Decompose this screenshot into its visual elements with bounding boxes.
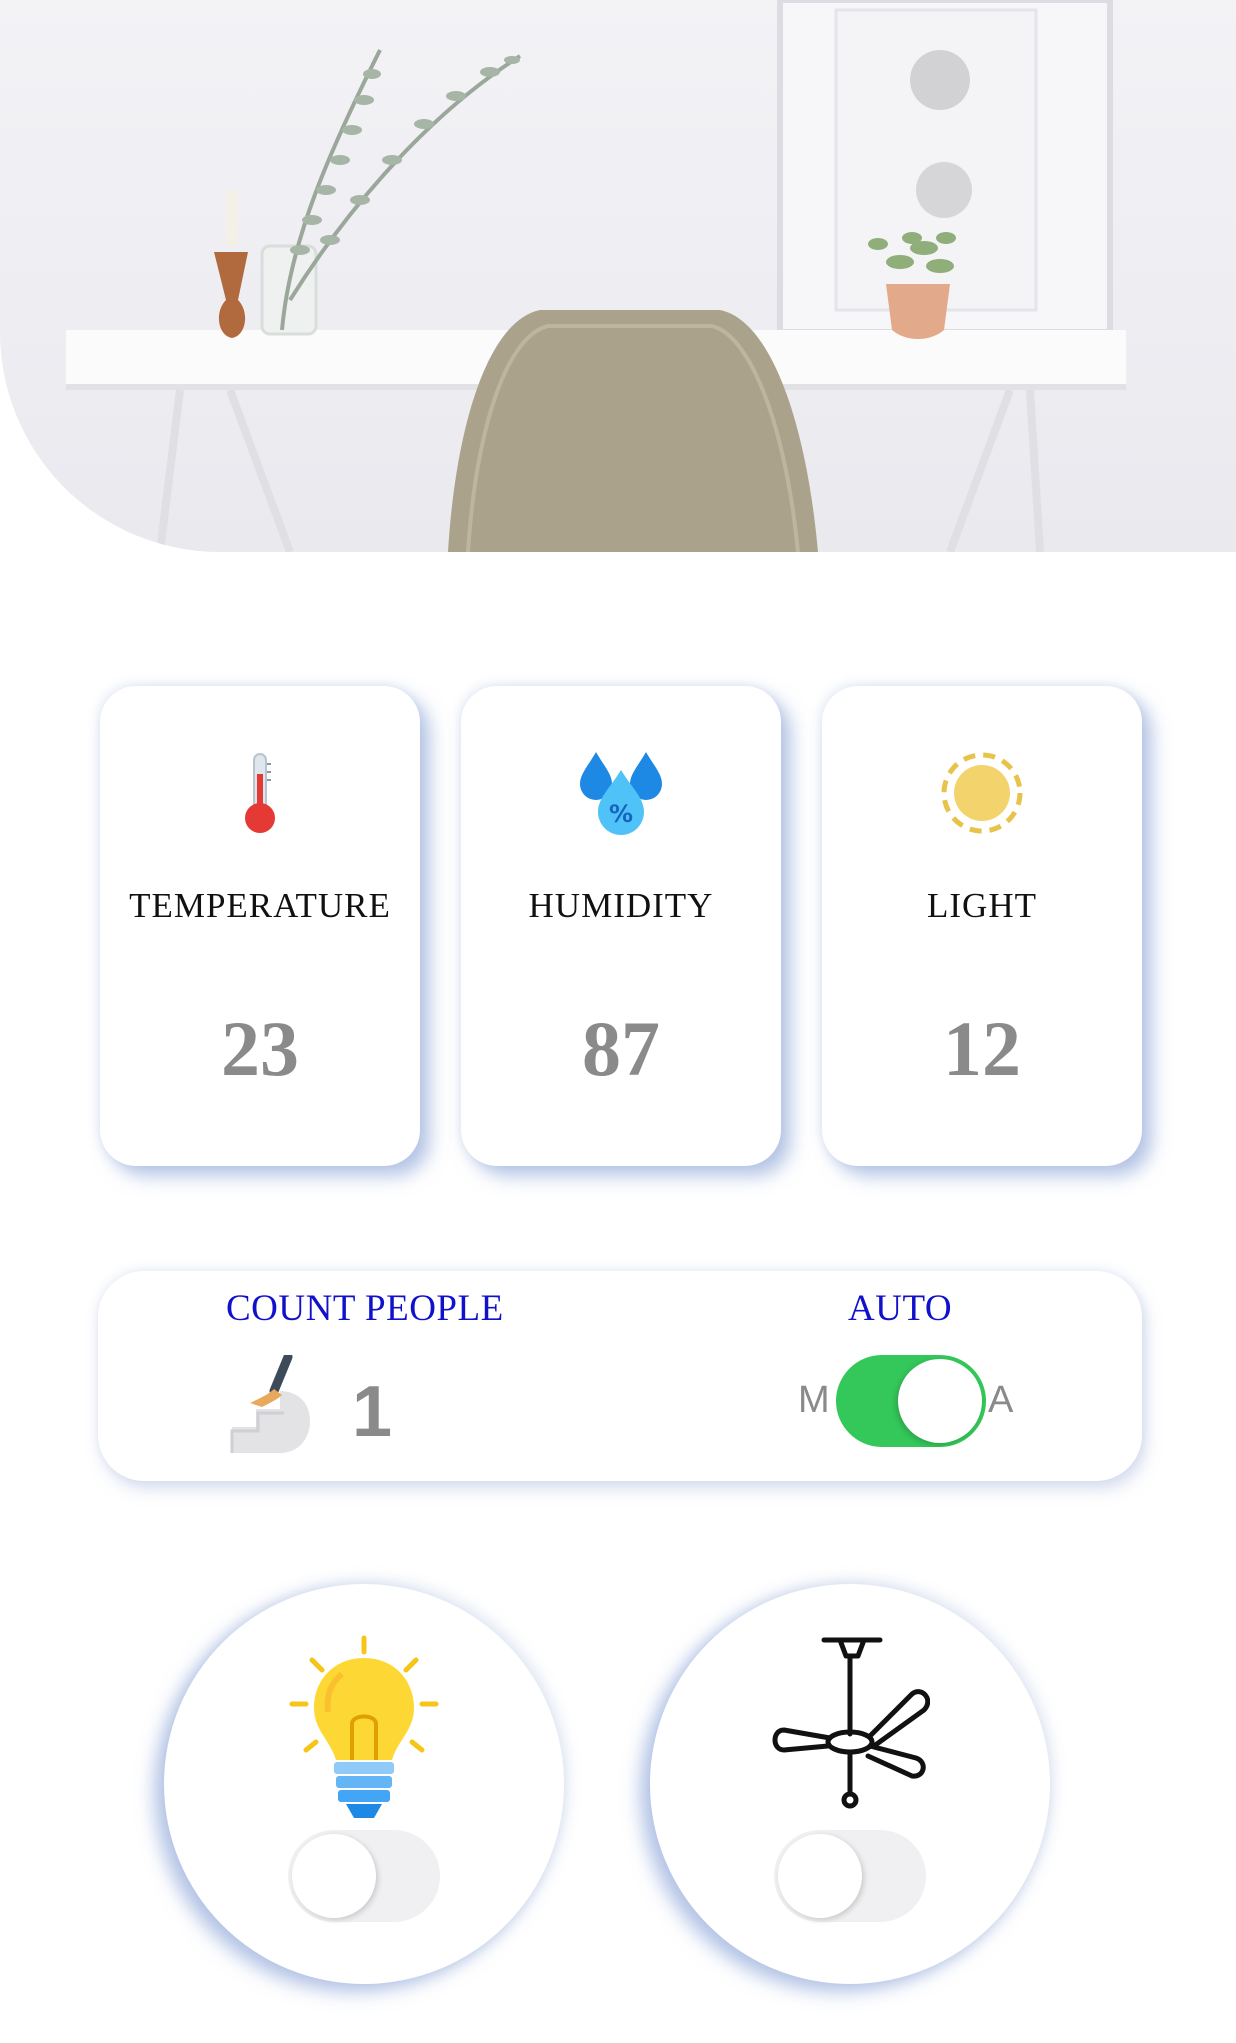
light-value: 12: [943, 1005, 1021, 1092]
auto-mode-label: A: [988, 1379, 1014, 1421]
light-device-card: [164, 1584, 564, 1984]
humidity-label: HUMIDITY: [528, 886, 714, 925]
auto-mode-toggle[interactable]: [836, 1355, 986, 1447]
hero-image: [0, 0, 1236, 552]
manual-mode-label: M: [798, 1379, 830, 1421]
stairs-person-icon: [230, 1355, 310, 1453]
light-label: LIGHT: [927, 886, 1037, 925]
toggle-knob: [778, 1834, 862, 1918]
desk-scene-illustration: [66, 0, 1126, 552]
auto-mode-title: AUTO: [848, 1288, 953, 1329]
temperature-label: TEMPERATURE: [129, 886, 391, 925]
toggle-knob: [898, 1359, 982, 1443]
humidity-value: 87: [582, 1005, 660, 1092]
fan-toggle[interactable]: [774, 1830, 926, 1922]
temperature-card: TEMPERATURE 23: [100, 686, 420, 1166]
light-card: LIGHT 12: [822, 686, 1142, 1166]
humidity-card: % HUMIDITY 87: [461, 686, 781, 1166]
count-people-value: 1: [352, 1372, 393, 1452]
temperature-value: 23: [221, 1005, 299, 1092]
thermometer-icon: [245, 753, 275, 833]
humidity-drops-icon: %: [580, 752, 662, 835]
toggle-knob: [292, 1834, 376, 1918]
count-people-panel: COUNT PEOPLE 1 AUTO M A: [98, 1271, 1142, 1481]
svg-text:%: %: [609, 800, 633, 828]
light-bulb-icon: [289, 1635, 439, 1818]
fan-device-card: [650, 1584, 1050, 1984]
sun-icon: [941, 752, 1023, 834]
light-toggle[interactable]: [288, 1830, 440, 1922]
count-people-title: COUNT PEOPLE: [226, 1288, 504, 1329]
ceiling-fan-icon: [772, 1637, 930, 1809]
